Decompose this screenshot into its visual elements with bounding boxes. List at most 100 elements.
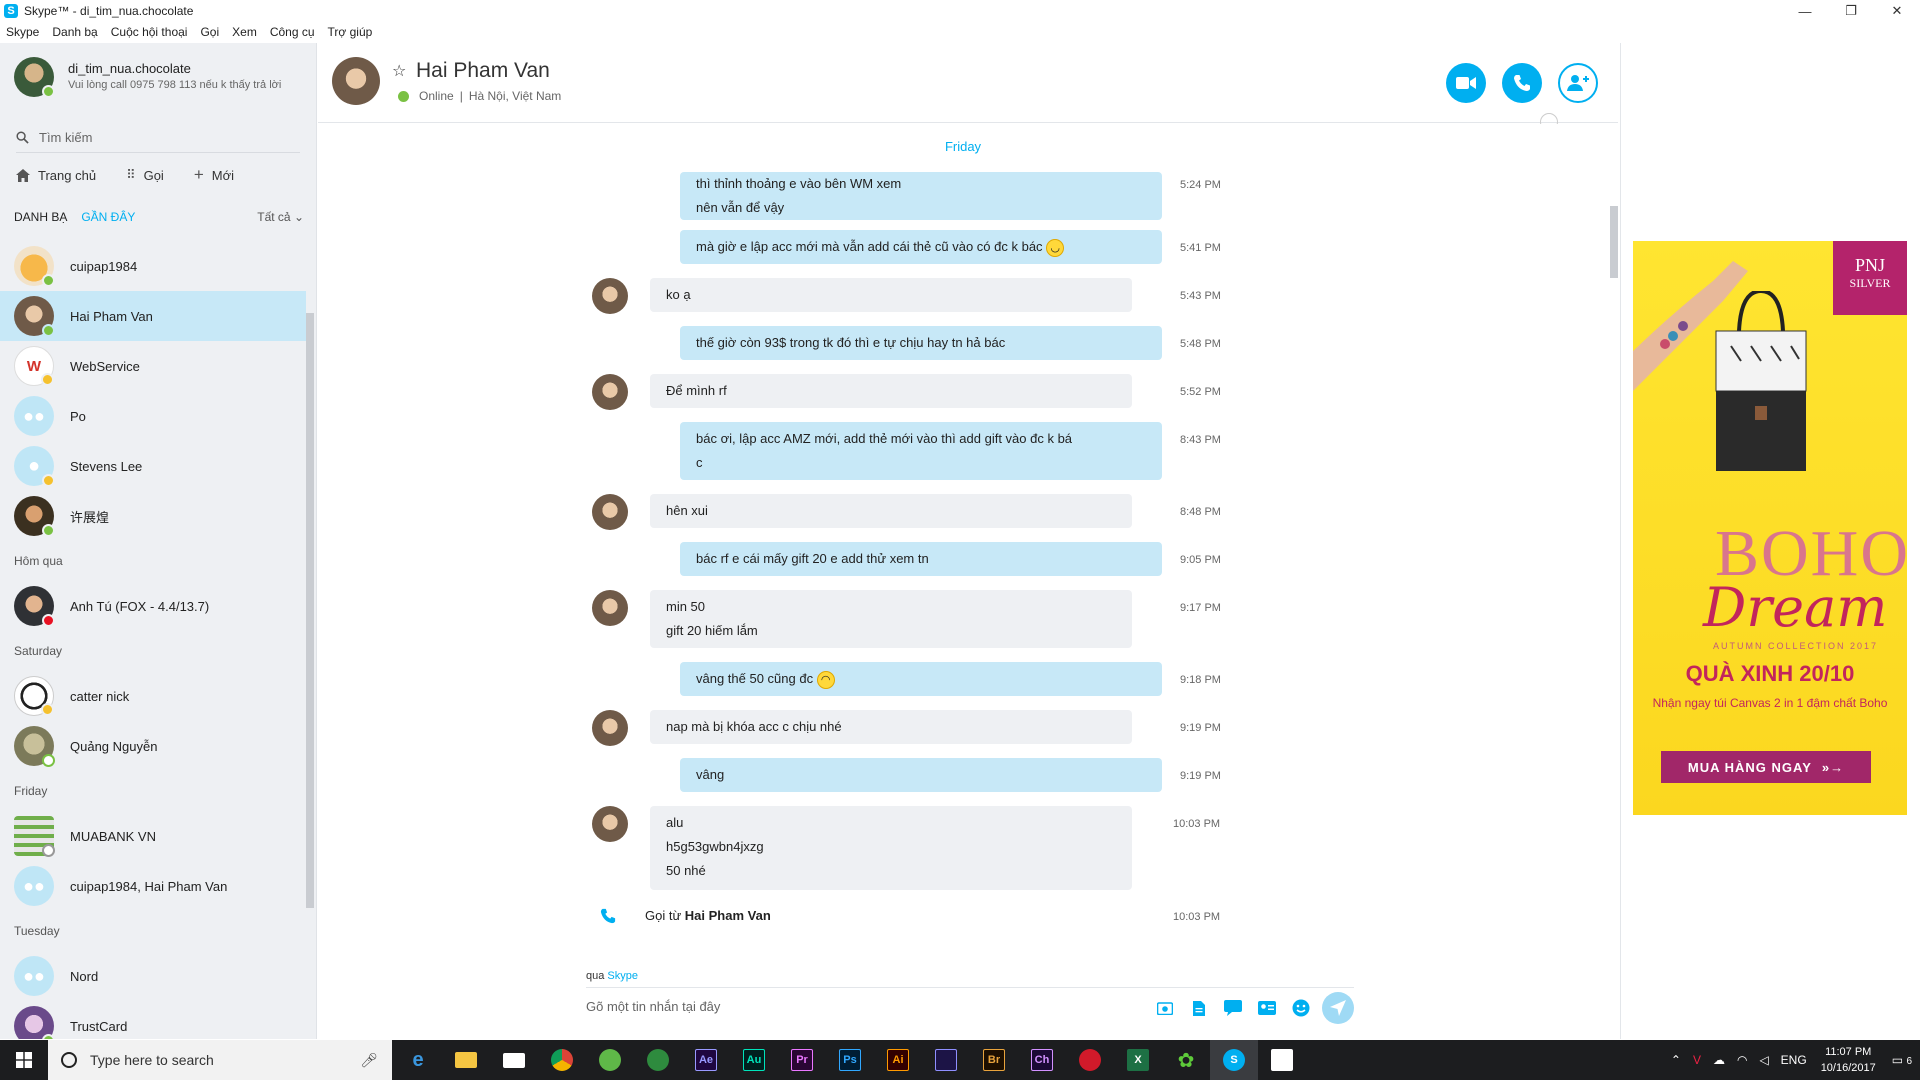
volume-icon[interactable]: ◁: [1759, 1053, 1768, 1067]
send-contacts-button[interactable]: [1250, 994, 1284, 1022]
tab-recent[interactable]: GẦN ĐÂY: [81, 210, 135, 224]
maximize-button[interactable]: ❐: [1828, 0, 1874, 22]
list-item[interactable]: W WebService: [0, 341, 306, 391]
outgoing-message[interactable]: mà giờ e lập acc mới mà vẫn add cái thẻ …: [680, 230, 1162, 264]
incoming-message[interactable]: ko ạ: [650, 278, 1132, 312]
bridge-button[interactable]: Br: [970, 1040, 1018, 1080]
send-photo-button[interactable]: [1148, 994, 1182, 1022]
video-call-button[interactable]: [1446, 63, 1486, 103]
after-effects-button[interactable]: Ae: [682, 1040, 730, 1080]
audition-button[interactable]: Au: [730, 1040, 778, 1080]
new-button[interactable]: + Mới: [194, 165, 234, 185]
illustrator-button[interactable]: Ai: [874, 1040, 922, 1080]
icq-button[interactable]: ✿: [1162, 1040, 1210, 1080]
premiere-button[interactable]: Pr: [778, 1040, 826, 1080]
incoming-message[interactable]: Để mình rf: [650, 374, 1132, 408]
menu-call[interactable]: Gọi: [200, 25, 219, 39]
wifi-icon[interactable]: ◠: [1737, 1053, 1747, 1067]
list-item[interactable]: catter nick: [0, 671, 306, 721]
menu-contacts[interactable]: Danh bạ: [52, 25, 97, 39]
add-people-button[interactable]: [1558, 63, 1598, 103]
edge-app-button[interactable]: e: [394, 1040, 442, 1080]
emoticon-button[interactable]: [1284, 994, 1318, 1022]
list-item[interactable]: MUABANK VN: [0, 811, 306, 861]
sender-avatar[interactable]: [592, 806, 628, 842]
sender-avatar[interactable]: [592, 710, 628, 746]
close-button[interactable]: ✕: [1874, 0, 1920, 22]
sender-avatar[interactable]: [592, 494, 628, 530]
minimize-button[interactable]: —: [1782, 0, 1828, 22]
menu-view[interactable]: Xem: [232, 25, 257, 39]
menu-help[interactable]: Trợ giúp: [328, 25, 373, 39]
list-item[interactable]: ● Stevens Lee: [0, 441, 306, 491]
search-box[interactable]: Tìm kiếm: [16, 123, 300, 153]
photoshop-button[interactable]: Ps: [826, 1040, 874, 1080]
sidebar-scrollbar[interactable]: [306, 313, 314, 908]
message-input[interactable]: Gõ một tin nhắn tại đây: [586, 999, 720, 1014]
voice-call-button[interactable]: [1502, 63, 1542, 103]
garena-button[interactable]: [1066, 1040, 1114, 1080]
favorite-star-icon[interactable]: ☆: [392, 61, 406, 81]
incoming-message[interactable]: nap mà bị khóa acc c chịu nhé: [650, 710, 1132, 744]
via-indicator[interactable]: qua Skype: [586, 970, 638, 982]
conversation-scrollbar[interactable]: [1610, 206, 1618, 278]
list-item[interactable]: TrustCard: [0, 1001, 306, 1039]
chevron-up-icon[interactable]: ⌃: [1671, 1053, 1681, 1067]
list-item[interactable]: 许展煌: [0, 491, 306, 541]
my-avatar[interactable]: [14, 57, 55, 98]
skype-taskbar-button[interactable]: S: [1210, 1040, 1258, 1080]
menu-tools[interactable]: Công cụ: [270, 25, 315, 39]
incoming-message[interactable]: min 50 gift 20 hiếm lắm: [650, 590, 1132, 648]
chrome-app-button[interactable]: [538, 1040, 586, 1080]
sender-avatar[interactable]: [592, 374, 628, 410]
home-button[interactable]: Trang chủ: [16, 168, 96, 183]
file-explorer-button[interactable]: [442, 1040, 490, 1080]
onedrive-icon[interactable]: ☁: [1713, 1053, 1725, 1067]
advertisement-banner[interactable]: PNJ SILVER BOHO Dream AUTUMN COLLECTION …: [1633, 241, 1907, 815]
list-item[interactable]: cuipap1984: [0, 241, 306, 291]
my-profile[interactable]: di_tim_nua.chocolate Vui lòng call 0975 …: [14, 57, 281, 98]
video-message-button[interactable]: [1216, 994, 1250, 1022]
send-button[interactable]: [1322, 992, 1354, 1024]
outgoing-message[interactable]: bác ơi, lập acc AMZ mới, add thẻ mới vào…: [680, 422, 1162, 480]
my-mood-message[interactable]: Vui lòng call 0975 798 113 nếu k thấy tr…: [68, 79, 281, 91]
list-item[interactable]: Hai Pham Van: [0, 291, 306, 341]
action-center-button[interactable]: ▭ 6: [1892, 1053, 1912, 1067]
ad-cta-button[interactable]: MUA HÀNG NGAY »→: [1661, 751, 1871, 783]
excel-button[interactable]: X: [1114, 1040, 1162, 1080]
calculator-button[interactable]: [1258, 1040, 1306, 1080]
taskbar-search[interactable]: Type here to search 🎤︎: [48, 1040, 392, 1080]
mail-app-button[interactable]: [490, 1040, 538, 1080]
list-item[interactable]: Anh Tú (FOX - 4.4/13.7): [0, 581, 306, 631]
send-file-button[interactable]: [1182, 994, 1216, 1022]
taskbar-search-input[interactable]: Type here to search: [90, 1052, 214, 1068]
outgoing-message[interactable]: thì thỉnh thoảng e vào bên WM xem nên vẫ…: [680, 172, 1162, 220]
character-animator-button[interactable]: Ch: [1018, 1040, 1066, 1080]
search-input[interactable]: Tìm kiếm: [39, 130, 92, 145]
filter-dropdown[interactable]: Tất cả ⌄: [257, 210, 304, 224]
list-item[interactable]: Quảng Nguyễn: [0, 721, 306, 771]
sender-avatar[interactable]: [592, 278, 628, 314]
list-item[interactable]: ●● Nord: [0, 951, 306, 1001]
tab-contacts[interactable]: DANH BẠ: [14, 210, 67, 224]
microphone-icon[interactable]: 🎤︎: [360, 1052, 378, 1069]
contact-avatar[interactable]: [332, 57, 380, 105]
media-encoder-button[interactable]: [922, 1040, 970, 1080]
antivirus-icon[interactable]: V: [1693, 1053, 1701, 1067]
menu-skype[interactable]: Skype: [6, 25, 39, 39]
list-item[interactable]: ●● Po: [0, 391, 306, 441]
outgoing-message[interactable]: thế giờ còn 93$ trong tk đó thì e tự chị…: [680, 326, 1162, 360]
menu-conversation[interactable]: Cuộc hội thoại: [111, 25, 188, 39]
outgoing-message[interactable]: vâng thế 50 cũng đc ◠: [680, 662, 1162, 696]
list-item[interactable]: ●● cuipap1984, Hai Pham Van: [0, 861, 306, 911]
coccoc-app-button[interactable]: [586, 1040, 634, 1080]
call-button[interactable]: ⠿ Gọi: [126, 167, 164, 183]
incoming-message[interactable]: hên xui: [650, 494, 1132, 528]
start-button[interactable]: [0, 1040, 48, 1080]
sender-avatar[interactable]: [592, 590, 628, 626]
clock[interactable]: 11:07 PM 10/16/2017: [1821, 1044, 1876, 1076]
language-indicator[interactable]: ENG: [1781, 1053, 1807, 1067]
outgoing-message[interactable]: vâng: [680, 758, 1162, 792]
browser-app-button[interactable]: [634, 1040, 682, 1080]
outgoing-message[interactable]: bác rf e cái mấy gift 20 e add thử xem t…: [680, 542, 1162, 576]
